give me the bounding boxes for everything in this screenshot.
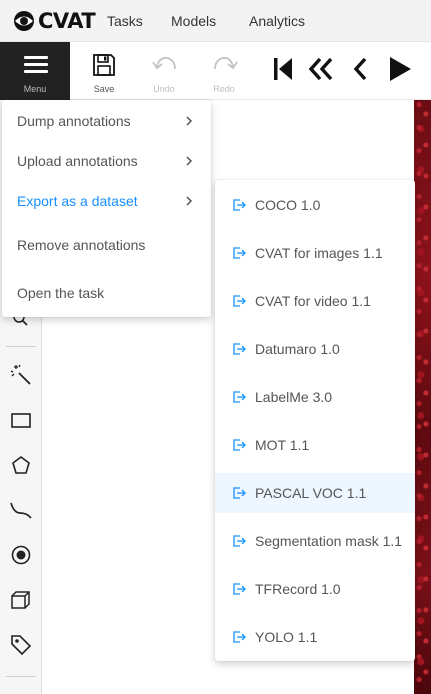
menu-item-dump-annotations[interactable]: Dump annotations xyxy=(2,101,211,141)
export-icon xyxy=(233,295,246,307)
export-format-label: Datumaro 1.0 xyxy=(255,341,340,357)
chevron-right-icon xyxy=(186,196,193,206)
undo-button[interactable]: Undo xyxy=(144,42,184,100)
export-icon xyxy=(233,583,246,595)
export-icon xyxy=(233,535,246,547)
export-format-label: CVAT for video 1.1 xyxy=(255,293,371,309)
sidebar-divider xyxy=(6,676,36,677)
export-format-label: CVAT for images 1.1 xyxy=(255,245,383,261)
sidebar-divider xyxy=(6,346,36,347)
menu-item-label: Remove annotations xyxy=(17,237,146,253)
polygon-tool[interactable] xyxy=(7,451,35,479)
undo-icon xyxy=(152,57,176,70)
magic-wand-icon xyxy=(10,364,31,385)
previous-frame-button[interactable] xyxy=(348,52,378,86)
undo-label: Undo xyxy=(153,84,175,94)
menu-item-label: Dump annotations xyxy=(17,113,131,129)
chevron-right-icon xyxy=(186,116,193,126)
frame-image xyxy=(414,100,431,694)
cvat-logo-icon xyxy=(14,11,34,31)
cuboid-icon xyxy=(11,591,30,609)
export-format-item[interactable]: COCO 1.0 xyxy=(215,185,415,225)
polyline-tool[interactable] xyxy=(7,496,35,524)
export-format-label: MOT 1.1 xyxy=(255,437,310,453)
export-icon xyxy=(233,631,246,643)
play-button[interactable] xyxy=(384,52,414,86)
export-icon xyxy=(233,391,246,403)
export-icon xyxy=(233,487,246,499)
pentagon-icon xyxy=(12,456,30,474)
annotation-toolbar: Menu Save Undo Redo xyxy=(0,42,431,100)
play-icon xyxy=(390,57,411,81)
export-format-label: PASCAL VOC 1.1 xyxy=(255,485,367,501)
fast-backward-icon xyxy=(308,57,333,81)
redo-button[interactable]: Redo xyxy=(204,42,244,100)
redo-icon xyxy=(214,57,238,70)
menu-item-label: Open the task xyxy=(17,285,105,301)
cvat-logo[interactable]: CVAT xyxy=(12,8,96,34)
export-format-item[interactable]: LabelMe 3.0 xyxy=(215,377,415,417)
export-format-item[interactable]: YOLO 1.1 xyxy=(215,617,415,657)
magic-wand-tool[interactable] xyxy=(7,361,35,389)
export-format-item[interactable]: CVAT for images 1.1 xyxy=(215,233,415,273)
nav-tasks[interactable]: Tasks xyxy=(107,0,143,42)
polyline-icon xyxy=(10,502,32,519)
export-icon xyxy=(233,199,246,211)
chevron-right-icon xyxy=(186,156,193,166)
export-format-item[interactable]: PASCAL VOC 1.1 xyxy=(215,473,415,513)
export-icon xyxy=(233,343,246,355)
menu-item-upload-annotations[interactable]: Upload annotations xyxy=(2,141,211,181)
cuboid-tool[interactable] xyxy=(7,586,35,614)
nav-models[interactable]: Models xyxy=(171,0,216,42)
export-format-item[interactable]: Segmentation mask 1.1 xyxy=(215,521,415,561)
logo-text: CVAT xyxy=(38,9,96,33)
menu-item-label: Upload annotations xyxy=(17,153,138,169)
export-format-label: COCO 1.0 xyxy=(255,197,321,213)
save-icon xyxy=(93,54,115,76)
export-format-label: Segmentation mask 1.1 xyxy=(255,533,403,549)
menu-item-export-dataset[interactable]: Export as a dataset xyxy=(2,181,211,221)
export-format-item[interactable]: TFRecord 1.0 xyxy=(215,569,415,609)
point-icon xyxy=(11,545,31,565)
rectangle-tool[interactable] xyxy=(7,406,35,434)
hamburger-icon xyxy=(24,56,48,74)
rectangle-icon xyxy=(11,413,31,428)
save-label: Save xyxy=(93,84,115,94)
tag-icon xyxy=(11,635,32,656)
export-format-label: YOLO 1.1 xyxy=(255,629,318,645)
first-frame-icon xyxy=(274,58,292,80)
menu-item-remove-annotations[interactable]: Remove annotations xyxy=(2,225,211,265)
annotation-menu-dropdown: Dump annotations Upload annotations Expo… xyxy=(2,100,211,317)
first-frame-button[interactable] xyxy=(270,52,300,86)
back-fast-button[interactable] xyxy=(306,52,336,86)
export-format-item[interactable]: CVAT for video 1.1 xyxy=(215,281,415,321)
export-format-item[interactable]: MOT 1.1 xyxy=(215,425,415,465)
points-tool[interactable] xyxy=(7,541,35,569)
tag-tool[interactable] xyxy=(7,631,35,659)
menu-item-label: Export as a dataset xyxy=(17,193,138,209)
chevron-left-icon xyxy=(353,57,367,81)
menu-button[interactable]: Menu xyxy=(0,42,70,100)
nav-analytics[interactable]: Analytics xyxy=(249,0,305,42)
export-format-submenu: COCO 1.0 CVAT for images 1.1 CVAT for vi… xyxy=(215,180,415,661)
menu-button-label: Menu xyxy=(23,84,47,94)
top-header: CVAT Tasks Models Analytics xyxy=(0,0,431,42)
export-format-label: TFRecord 1.0 xyxy=(255,581,341,597)
export-icon xyxy=(233,247,246,259)
menu-item-open-task[interactable]: Open the task xyxy=(2,273,211,313)
export-format-item[interactable]: Datumaro 1.0 xyxy=(215,329,415,369)
save-button[interactable]: Save xyxy=(84,42,124,100)
redo-label: Redo xyxy=(213,84,235,94)
export-icon xyxy=(233,439,246,451)
export-format-label: LabelMe 3.0 xyxy=(255,389,333,405)
